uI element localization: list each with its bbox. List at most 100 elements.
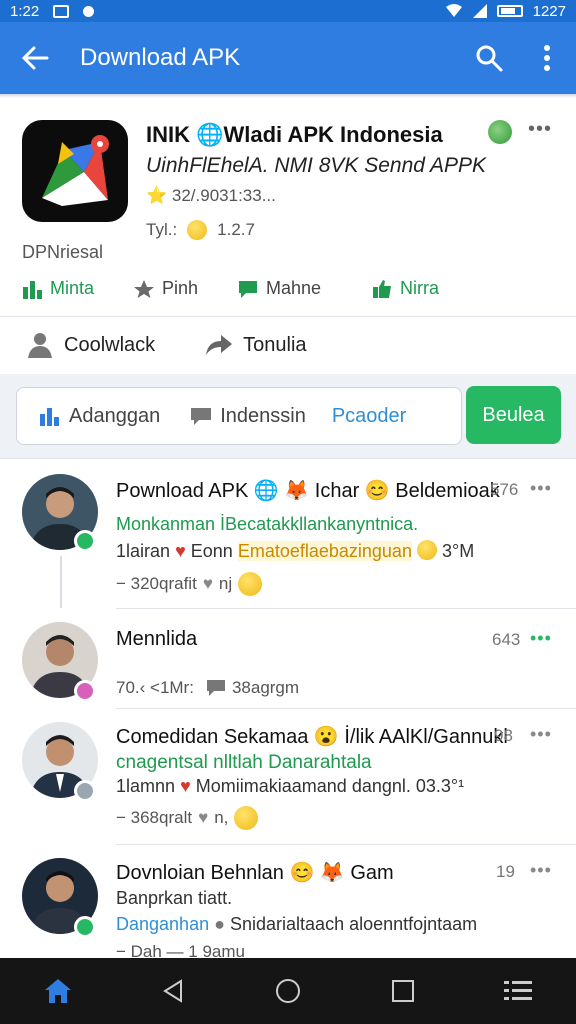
info-icon: ●	[214, 914, 225, 934]
feed-more-button[interactable]: •••	[530, 724, 552, 745]
online-badge	[74, 916, 96, 938]
home-icon	[44, 979, 71, 1003]
comment-icon[interactable]	[206, 679, 226, 697]
feed-line: Monkanman İBecatakkllankanyntnica.	[116, 514, 419, 534]
app-version-row: Tyl.: 1.2.7	[146, 220, 255, 240]
feed-line: Danganhan ● Snidarialtaach aloenntfojnta…	[116, 914, 477, 935]
status-time: 1:22	[10, 2, 40, 20]
stat-minta[interactable]: Minta	[22, 278, 134, 299]
stat-pinh[interactable]: Pinh	[134, 278, 232, 299]
feed-text: Eonn	[190, 541, 233, 561]
app-subtitle: UinhFlEhelA. NMI 8VK Sennd APPK	[146, 154, 487, 177]
actions-row: Coolwlack Tonulia	[0, 318, 576, 372]
overflow-menu-button[interactable]	[518, 22, 576, 94]
nav-menu-button[interactable]	[460, 958, 575, 1024]
notification-icon	[53, 4, 70, 18]
emoji-icon	[187, 220, 208, 240]
feed-count: 643	[492, 630, 521, 649]
feed-item[interactable]: Dovnloian Behnlan 😊 🦊 Gam 19 ••• Banprka…	[0, 844, 576, 961]
system-nav-bar	[0, 958, 576, 1024]
feed-more-button[interactable]: •••	[530, 860, 552, 881]
stats-row: Minta Pinh Mahne Nirra	[22, 278, 562, 299]
segmented-tabs: Adanggan Indenssin Pcaoder	[16, 387, 462, 445]
filter-action-button[interactable]: Beulea	[466, 386, 561, 444]
user-icon	[28, 333, 52, 358]
record-icon	[83, 5, 95, 17]
page-title: Download APK	[80, 44, 241, 71]
like-icon[interactable]: ♥	[198, 808, 208, 828]
stat-label: Nirra	[400, 278, 439, 298]
feed-meta-text: − 320qrafit	[116, 574, 197, 593]
feed-meta-text: − 368qralt	[116, 808, 193, 827]
tab-pcaoder[interactable]: Pcaoder	[306, 405, 407, 428]
stat-label: Pinh	[162, 278, 199, 298]
tab-adanggan[interactable]: Adanggan	[17, 405, 160, 428]
feed-item[interactable]: Mennlida 643 ••• 70.‹ <1Mr: 38agrgm	[0, 608, 576, 708]
feed-line: Banprkan tiatt.	[116, 888, 233, 908]
feed-text: Snidarialtaach aloenntfojntaam	[230, 914, 478, 934]
back-triangle-icon	[162, 979, 182, 1003]
feed-text: 3°M	[442, 541, 475, 561]
feed-item[interactable]: Comedidan Sekamaa 😮 İ/lik AAlKl/Gannukl …	[0, 708, 576, 844]
feed-link[interactable]: Danganhan	[116, 914, 209, 934]
feed-count: 98	[494, 726, 513, 745]
app-bar: Download APK	[0, 22, 576, 94]
app-header-card: INIK 🌐Wladi APK Indonesia UinhFlEhelA. N…	[0, 98, 576, 316]
stat-nirra[interactable]: Nirra	[372, 278, 439, 299]
share-icon	[206, 335, 233, 355]
feed-title: Dovnloian Behnlan 😊 🦊 Gam	[116, 862, 394, 884]
feed-line: cnagentsal nlltlah Danarahtala	[116, 752, 372, 773]
tab-indenssin[interactable]: Indenssin	[160, 405, 306, 428]
feed-meta: 70.‹ <1Mr: 38agrgm	[116, 678, 299, 698]
status-badge	[74, 680, 96, 702]
nav-home-button[interactable]	[0, 958, 115, 1024]
tab-label: Adanggan	[69, 404, 161, 427]
feed-meta-text: n,	[214, 808, 229, 827]
app-more-button[interactable]: •••	[528, 118, 552, 141]
feed-more-button[interactable]: •••	[530, 478, 552, 499]
action-coolwlack[interactable]: Coolwlack	[26, 332, 155, 358]
feed-title: Comedidan Sekamaa 😮 İ/lik AAlKl/Gannukl	[116, 726, 508, 748]
search-icon	[476, 45, 503, 72]
version-label: Tyl.:	[146, 220, 178, 239]
thumbs-up-icon	[373, 279, 391, 298]
search-button[interactable]	[460, 22, 518, 94]
recents-square-icon	[391, 980, 414, 1002]
app-icon[interactable]	[22, 120, 128, 222]
divider	[0, 316, 576, 317]
feed-title: Pownload APK 🌐 🦊 Ichar 😊 Beldemioak	[116, 480, 500, 502]
feed-link[interactable]: Ematoeflaebazinguan	[237, 541, 412, 561]
feed-meta-text: 38agrgm	[231, 678, 300, 697]
maps-logo-icon	[42, 135, 109, 206]
stat-label: Mahne	[266, 278, 322, 298]
globe-icon[interactable]	[488, 120, 512, 144]
action-tonulia[interactable]: Tonulia	[205, 333, 307, 357]
feed-line: 1lamnn ♥ Momiimakiaamand dangnl. 03.3°¹	[116, 776, 464, 797]
emoji-icon	[234, 806, 259, 830]
wifi-icon	[445, 4, 462, 17]
back-button[interactable]	[0, 22, 70, 94]
emoji-icon	[416, 540, 437, 560]
like-icon[interactable]: ♥	[203, 574, 213, 594]
feed-item[interactable]: Pownload APK 🌐 🦊 Ichar 😊 Beldemioak 576 …	[0, 458, 576, 608]
stat-mahne[interactable]: Mahne	[232, 278, 372, 299]
tab-label: Pcaoder	[331, 404, 407, 427]
action-label: Coolwlack	[64, 333, 156, 356]
nav-back-button[interactable]	[115, 958, 230, 1024]
version-value: 1.2.7	[217, 220, 255, 239]
feed-meta: − 368qralt ♥ n,	[116, 806, 259, 830]
nav-circle-button[interactable]	[230, 958, 345, 1024]
list-icon	[503, 981, 532, 1000]
chart-icon	[23, 280, 42, 299]
feed-count: 19	[496, 862, 515, 881]
status-bar: 1:22 1227	[0, 0, 576, 22]
feed-line: 1lairan ♥ Eonn Ematoeflaebazinguan 3°M	[116, 540, 474, 562]
star-icon	[134, 279, 154, 298]
feed-more-button[interactable]: •••	[530, 628, 552, 649]
thread-line	[60, 556, 62, 608]
status-right-time: 1227	[532, 2, 566, 20]
nav-recents-button[interactable]	[345, 958, 460, 1024]
stat-label: Minta	[50, 278, 95, 298]
action-label: Tonulia	[243, 333, 307, 356]
arrow-left-icon	[21, 46, 49, 70]
